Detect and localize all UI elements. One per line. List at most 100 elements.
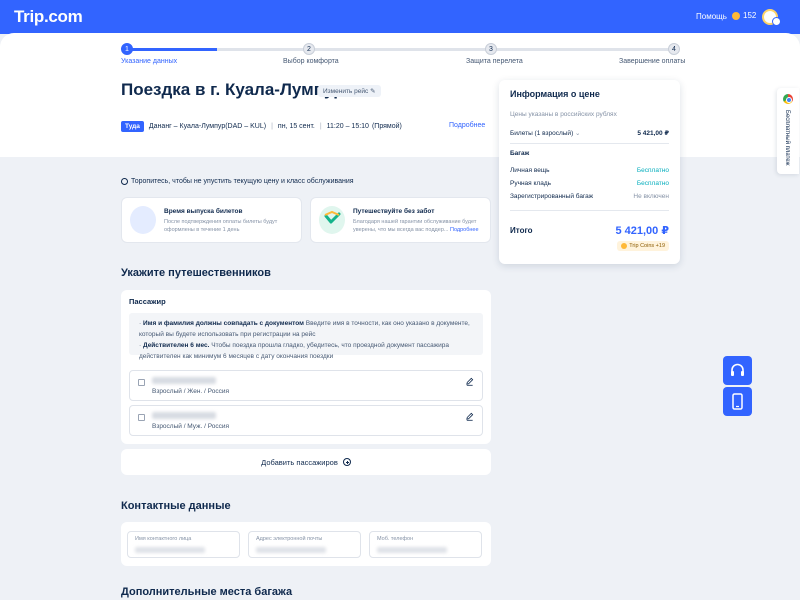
- passenger-name-redacted: [152, 412, 216, 419]
- info-card-title: Время выпуска билетов: [164, 208, 243, 215]
- flight-details-link[interactable]: Подробнее: [449, 122, 485, 129]
- baggage-row: Зарегистрированный багаж Не включен: [510, 193, 669, 200]
- passenger-checkbox[interactable]: [138, 414, 145, 421]
- add-passengers-button[interactable]: Добавить пассажиров: [121, 449, 491, 475]
- support-button[interactable]: [723, 356, 752, 385]
- field-label: Имя контактного лица: [135, 536, 192, 542]
- edit-icon[interactable]: [465, 412, 474, 421]
- flight-route: Дананг – Куала-Лумпур(DAD – KUL): [148, 122, 267, 130]
- coins-balance[interactable]: 152: [732, 11, 756, 20]
- side-tab-label: Бесплатный платеж: [784, 110, 790, 166]
- step-3-label: Защита перелета: [466, 58, 523, 65]
- passenger-row[interactable]: Взрослый / Жен. / Россия: [129, 370, 483, 401]
- step-1-label: Указание данных: [121, 58, 178, 65]
- check-circle-icon: [121, 178, 128, 185]
- carefree-travel-card: Путешествуйте без забот Благодаря нашей …: [310, 197, 491, 243]
- chrome-icon: [783, 94, 793, 104]
- flight-time: 11:20 – 15:10: [326, 122, 369, 130]
- add-passengers-label: Добавить пассажиров: [261, 457, 338, 467]
- shield-check-icon: [319, 206, 345, 234]
- separator: |: [271, 122, 273, 130]
- passenger-name-redacted: [152, 377, 216, 384]
- plus-circle-icon: [342, 458, 351, 466]
- more-link[interactable]: Подробнее: [450, 227, 479, 233]
- passenger-meta: Взрослый / Жен. / Россия: [152, 388, 229, 395]
- coin-icon: [621, 243, 628, 249]
- notice-item: · Действителен 6 мес. Чтобы поездка прош…: [139, 342, 449, 360]
- field-value-redacted: [377, 547, 447, 553]
- headset-icon: [731, 363, 744, 376]
- step-2-label: Выбор комфорта: [283, 58, 339, 65]
- user-avatar[interactable]: [762, 9, 781, 26]
- contact-section-title: Контактные данные: [121, 500, 231, 512]
- urgency-text: Торопитесь, чтобы не упустить текущую це…: [131, 178, 354, 185]
- step-progress-line: [127, 48, 217, 51]
- passenger-checkbox[interactable]: [138, 379, 145, 386]
- page-title: Поездка в г. Куала-Лумпур: [121, 80, 344, 99]
- ticket-illustration-icon: [130, 206, 156, 234]
- passenger-meta: Взрослый / Муж. / Россия: [152, 423, 230, 430]
- price-info-card: Информация о цене Цены указаны в российс…: [499, 80, 680, 264]
- total-price: 5 421,00 ₽: [615, 225, 669, 237]
- phone-icon: [732, 393, 743, 410]
- baggage-value: Бесплатно: [636, 167, 669, 174]
- pencil-icon: ✎: [370, 88, 376, 95]
- mobile-app-button[interactable]: [723, 387, 752, 416]
- edit-icon[interactable]: [465, 377, 474, 386]
- direction-tag: Туда: [121, 120, 144, 132]
- help-link[interactable]: Помощь: [696, 12, 727, 21]
- info-card-title: Путешествуйте без забот: [353, 208, 435, 215]
- ticket-issue-card: Время выпуска билетов После подтверждени…: [121, 197, 302, 243]
- step-4-label: Завершение оплаты: [619, 58, 686, 65]
- baggage-label: Ручная кладь: [510, 180, 552, 187]
- baggage-title-row: Багаж: [510, 150, 669, 157]
- passenger-card: Пассажир · Имя и фамилия должны совпадат…: [121, 290, 491, 444]
- baggage-value: Не включен: [633, 193, 669, 200]
- trip-logo[interactable]: Trip.com: [14, 7, 83, 27]
- baggage-title: Багаж: [510, 150, 530, 157]
- field-value-redacted: [256, 547, 326, 553]
- divider: [510, 210, 669, 211]
- tickets-row[interactable]: Билеты (1 взрослый) ⌄ 5 421,00 ₽: [510, 129, 669, 137]
- separator: |: [319, 122, 322, 130]
- step-4-number: 4: [668, 43, 680, 55]
- top-nav-bar: Trip.com Помощь 152: [0, 0, 800, 34]
- email-field[interactable]: Адрес электронной почты: [248, 531, 361, 558]
- passenger-label: Пассажир: [129, 297, 166, 306]
- contact-card: Имя контактного лица Адрес электронной п…: [121, 522, 491, 566]
- tickets-label: Билеты (1 взрослый) ⌄: [510, 130, 581, 137]
- trip-coins-badge: Trip Coins +19: [617, 241, 669, 251]
- urgency-message: Торопитесь, чтобы не упустить текущую це…: [121, 178, 354, 185]
- field-value-redacted: [135, 547, 205, 553]
- chevron-down-icon: ⌄: [575, 130, 581, 137]
- free-payment-side-tab[interactable]: Бесплатный платеж: [777, 88, 799, 174]
- baggage-label: Зарегистрированный багаж: [510, 193, 594, 200]
- total-label: Итого: [510, 226, 533, 235]
- shield-check-svg: [324, 210, 341, 224]
- baggage-label: Личная вещь: [510, 167, 550, 174]
- step-3-number: 3: [485, 43, 497, 55]
- change-flight-label: Изменить рейс: [323, 88, 369, 95]
- trip-coins-text: Trip Coins +19: [629, 243, 665, 249]
- step-2-number: 2: [303, 43, 315, 55]
- passenger-row[interactable]: Взрослый / Муж. / Россия: [129, 405, 483, 436]
- extra-baggage-section-title: Дополнительные места багажа: [121, 586, 293, 598]
- price-card-title: Информация о цене: [510, 89, 600, 99]
- flight-date: пн, 15 сент.: [277, 122, 315, 130]
- field-label: Адрес электронной почты: [256, 536, 323, 542]
- coins-count: 152: [743, 11, 757, 20]
- document-notice: · Имя и фамилия должны совпадать с докум…: [129, 313, 483, 360]
- baggage-row: Ручная кладь Бесплатно: [510, 180, 669, 187]
- contact-name-field[interactable]: Имя контактного лица: [127, 531, 240, 558]
- step-1-number: 1: [121, 43, 133, 55]
- baggage-row: Личная вещь Бесплатно: [510, 167, 669, 174]
- flight-stops: (Прямой): [371, 122, 402, 130]
- booking-stepper: 1 Указание данных 2 Выбор комфорта 3 Защ…: [0, 40, 800, 70]
- phone-field[interactable]: Моб. телефон: [369, 531, 482, 558]
- tickets-price: 5 421,00 ₽: [637, 130, 669, 137]
- divider: [510, 143, 669, 144]
- currency-note: Цены указаны в российских рублях: [510, 111, 617, 118]
- change-flight-button[interactable]: Изменить рейс ✎: [318, 85, 381, 97]
- baggage-value: Бесплатно: [636, 180, 669, 187]
- field-label: Моб. телефон: [377, 536, 414, 542]
